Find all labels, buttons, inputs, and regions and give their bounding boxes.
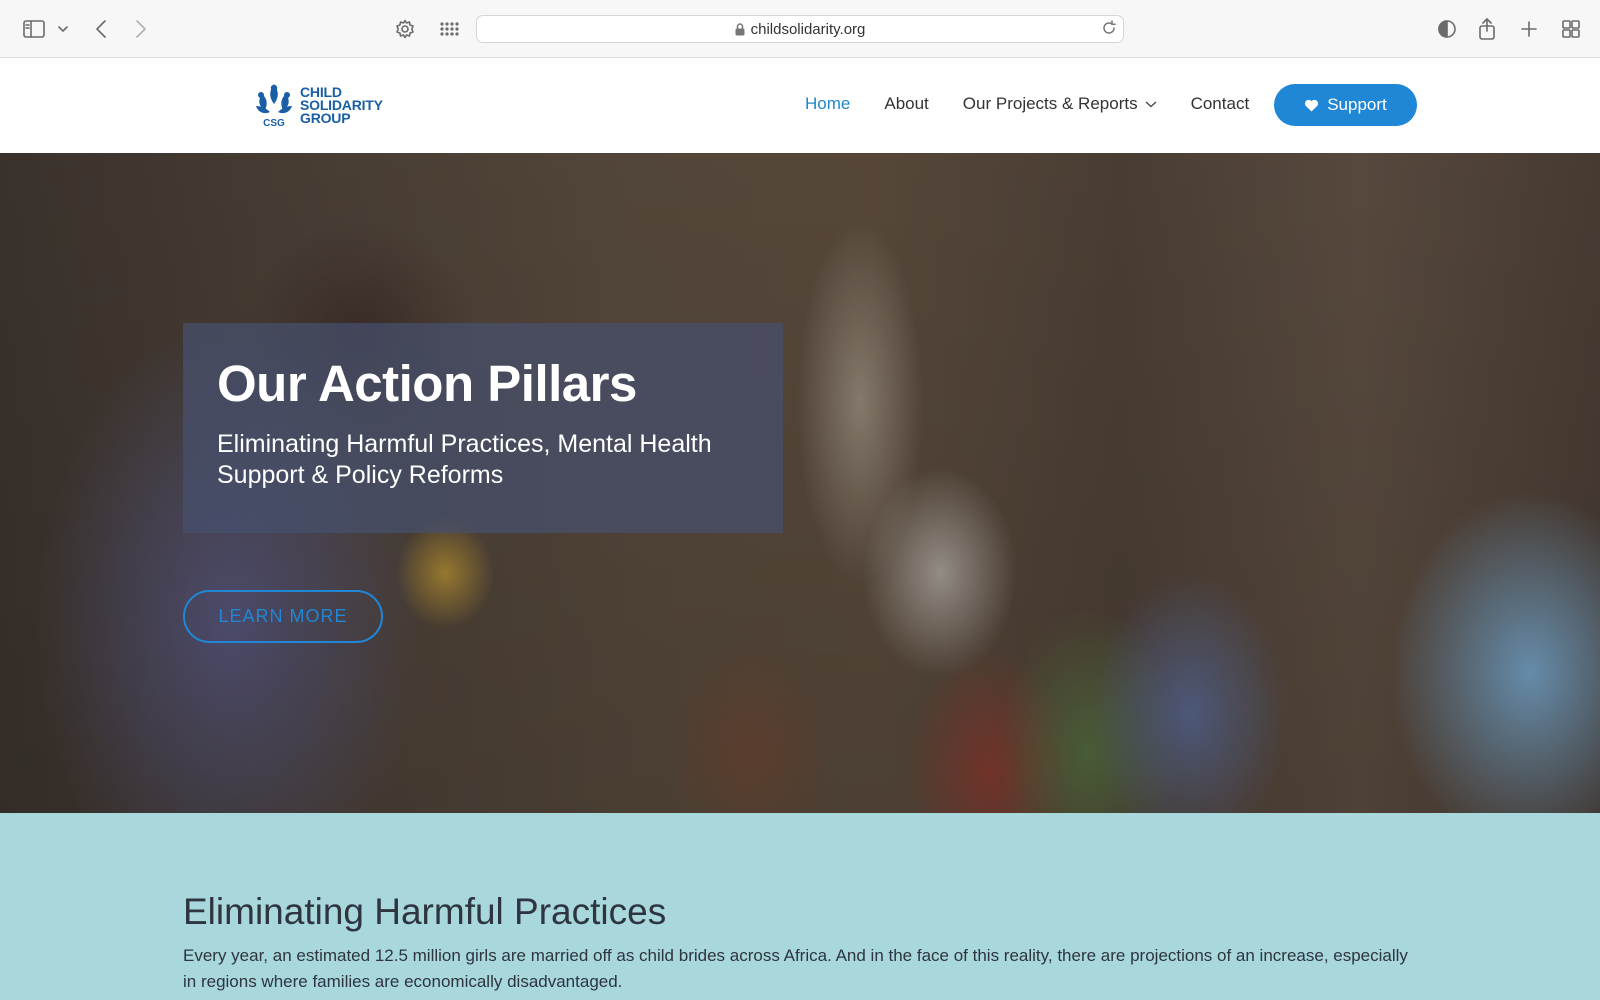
reload-icon[interactable]: [1101, 20, 1117, 41]
heart-icon: [1305, 99, 1319, 112]
back-arrow-icon[interactable]: [90, 14, 112, 44]
nav-home[interactable]: Home: [805, 94, 850, 114]
url-text: childsolidarity.org: [750, 20, 866, 38]
forward-arrow-icon[interactable]: [130, 14, 152, 44]
nav-contact[interactable]: Contact: [1191, 94, 1250, 114]
share-icon[interactable]: [1476, 14, 1498, 44]
shield-icon[interactable]: [1436, 14, 1458, 44]
svg-text:CSG: CSG: [263, 118, 285, 128]
support-label: Support: [1327, 95, 1387, 114]
logo[interactable]: CSG CHILD SOLIDARITY GROUP: [252, 82, 383, 128]
sidebar-toggle-icon[interactable]: [22, 14, 46, 44]
hero-title: Our Action Pillars: [217, 355, 637, 412]
address-bar[interactable]: childsolidarity.org: [476, 15, 1124, 43]
nav-about[interactable]: About: [884, 94, 928, 114]
site-header: CSG CHILD SOLIDARITY GROUP Home About Ou…: [0, 58, 1600, 153]
section-title: Eliminating Harmful Practices: [183, 891, 667, 932]
support-button[interactable]: Support: [1274, 84, 1417, 126]
grid-dots-icon[interactable]: [438, 14, 460, 44]
browser-toolbar: childsolidarity.org: [0, 0, 1600, 58]
harmful-practices-section: Eliminating Harmful Practices Every year…: [0, 813, 1600, 1000]
hero-subtitle: Eliminating Harmful Practices, Mental He…: [217, 430, 712, 489]
nav-projects-label: Our Projects & Reports: [962, 94, 1138, 113]
chevron-down-icon: [1145, 101, 1157, 108]
chevron-down-icon[interactable]: [56, 14, 70, 44]
new-tab-icon[interactable]: [1518, 14, 1540, 44]
lock-icon: [735, 22, 745, 35]
logo-line-3: GROUP: [300, 109, 351, 126]
gear-icon[interactable]: [394, 14, 416, 44]
tab-overview-icon[interactable]: [1560, 14, 1582, 44]
hero-banner: Our Action Pillars Eliminating Harmful P…: [0, 153, 1600, 813]
logo-mark: CSG: [256, 84, 292, 128]
logo-wordmark: CHILD SOLIDARITY GROUP: [300, 85, 383, 126]
learn-more-button[interactable]: LEARN MORE: [183, 590, 383, 643]
main-nav: Home About Our Projects & Reports Contac…: [805, 88, 1283, 120]
nav-projects-reports[interactable]: Our Projects & Reports: [963, 94, 1157, 114]
section-text: Every year, an estimated 12.5 million gi…: [183, 946, 1408, 991]
